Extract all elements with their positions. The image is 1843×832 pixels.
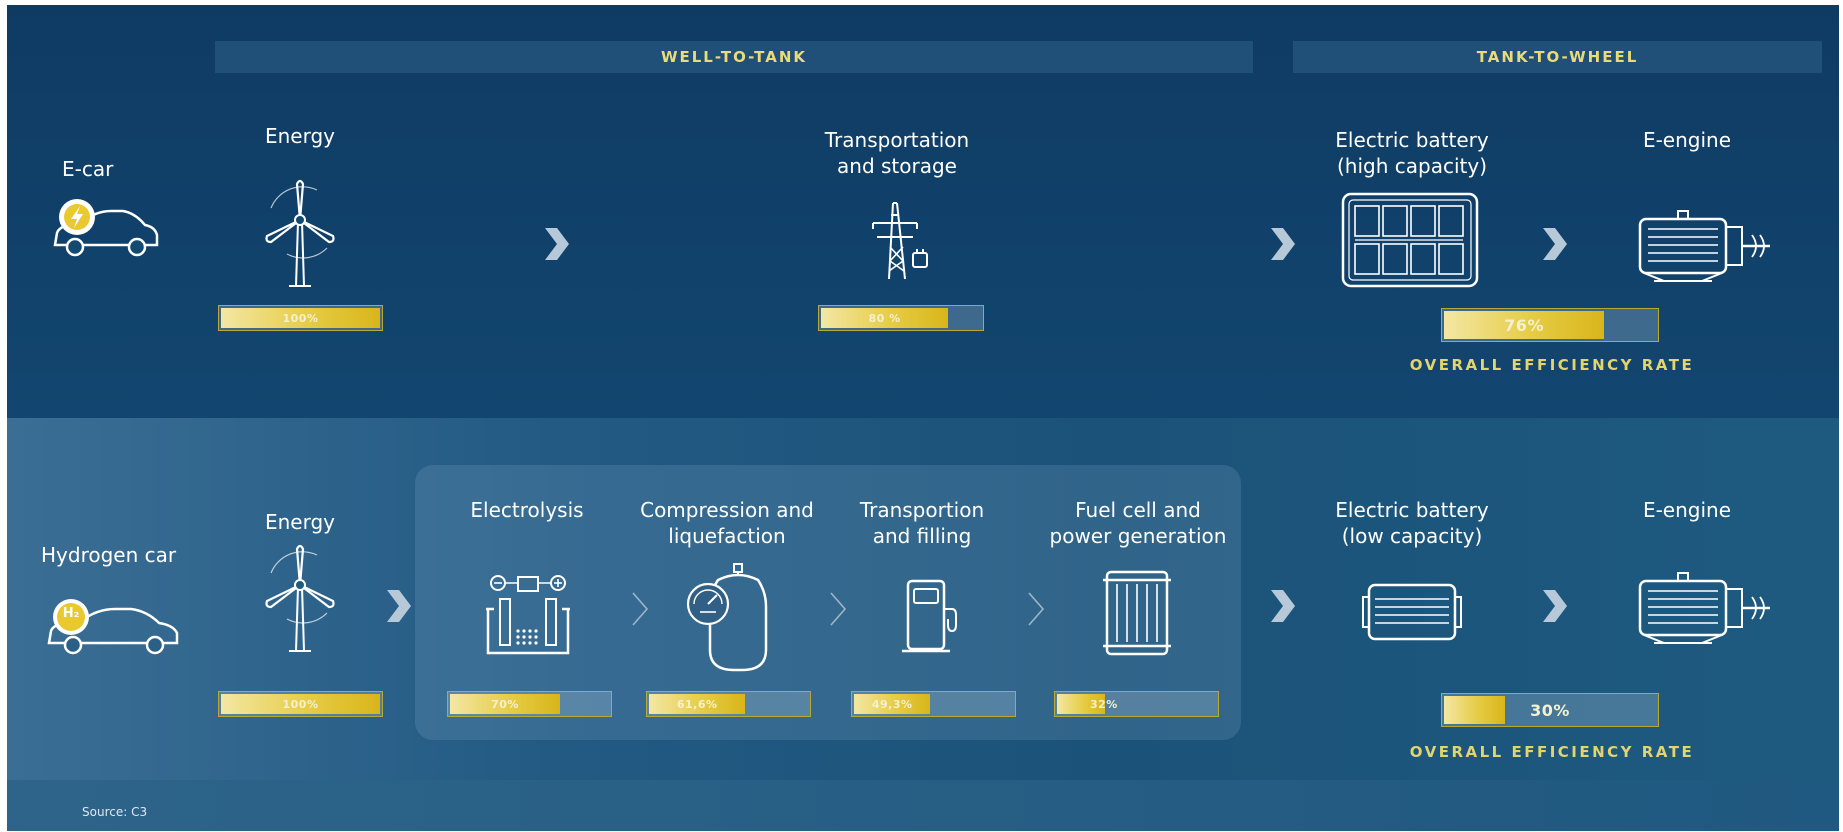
chevron-right-icon <box>1261 586 1301 626</box>
wind-turbine-icon <box>257 178 343 288</box>
hydrogen-badge: H₂ <box>62 606 80 621</box>
fuel-pump-icon <box>902 579 964 655</box>
hcar-overall-label: OVERALL EFFICIENCY RATE <box>1409 743 1695 761</box>
electrolysis-label: Electrolysis <box>470 498 584 522</box>
hcar-energy-label: Energy <box>264 510 336 534</box>
hcar-battery-label-line1: Electric battery <box>1335 498 1489 522</box>
hcar-label: Hydrogen car <box>41 543 177 567</box>
electrolysis-bar: 70% <box>447 691 612 717</box>
electric-car-icon <box>49 193 161 265</box>
gas-tank-icon <box>684 562 768 672</box>
wind-turbine-icon <box>257 543 343 653</box>
header-well-to-tank: WELL-TO-TANK <box>215 41 1253 73</box>
chevron-right-thin-icon <box>1015 589 1055 629</box>
infographic: WELL-TO-TANK TANK-TO-WHEEL E-car Energy … <box>7 5 1839 831</box>
ecar-energy-bar: 100% <box>218 305 383 331</box>
fuelcell-bar: 32% <box>1054 691 1219 717</box>
hcar-overall-bar: 30% <box>1441 693 1659 727</box>
footer-band <box>7 780 1839 831</box>
ecar-transport-label-line1: Transportation <box>824 128 970 152</box>
hcar-energy-percent: 100% <box>282 697 319 711</box>
hcar-overall-bar-fill <box>1444 696 1505 724</box>
ecar-energy-label: Energy <box>264 124 336 148</box>
fuelcell-percent: 32% <box>1089 697 1118 711</box>
header-tank-to-wheel: TANK-TO-WHEEL <box>1293 41 1822 73</box>
hcar-overall-percent: 30% <box>1530 700 1570 720</box>
fuelcell-label-line2: power generation <box>1049 524 1227 548</box>
ecar-transport-bar: 80 % <box>818 305 984 331</box>
ecar-overall-percent: 76% <box>1504 315 1544 335</box>
ecar-overall-label: OVERALL EFFICIENCY RATE <box>1409 356 1695 374</box>
compression-percent: 61,6% <box>676 697 718 711</box>
ecar-overall-bar: 76% <box>1441 308 1659 342</box>
ecar-battery-label-line2: (high capacity) <box>1337 154 1487 178</box>
electric-motor-icon <box>1634 209 1774 285</box>
chevron-right-icon <box>535 224 575 264</box>
chevron-right-icon <box>377 586 417 626</box>
chevron-right-icon <box>1533 586 1573 626</box>
hcar-energy-bar: 100% <box>218 691 383 717</box>
chevron-right-icon <box>1261 224 1301 264</box>
hcar-engine-label: E-engine <box>1642 498 1732 522</box>
small-battery-icon <box>1362 583 1462 641</box>
fuelcell-label-line1: Fuel cell and <box>1075 498 1201 522</box>
hcar-transport-bar: 49,3% <box>851 691 1016 717</box>
ecar-transport-percent: 80 % <box>868 311 901 325</box>
compression-bar: 61,6% <box>646 691 811 717</box>
battery-pack-icon <box>1341 192 1479 288</box>
hcar-transport-label-line2: and filling <box>872 524 972 548</box>
ecar-engine-label: E-engine <box>1642 128 1732 152</box>
hcar-transport-label-line1: Transportion <box>859 498 985 522</box>
power-pylon-icon <box>865 201 935 281</box>
chevron-right-thin-icon <box>619 589 659 629</box>
chevron-right-icon <box>1533 224 1573 264</box>
ecar-energy-percent: 100% <box>282 311 319 325</box>
hcar-battery-label-line2: (low capacity) <box>1341 524 1483 548</box>
compression-label-line2: liquefaction <box>668 524 786 548</box>
ecar-transport-label-line2: and storage <box>837 154 957 178</box>
hydrogen-car-icon: H₂ <box>43 597 183 661</box>
ecar-battery-label-line1: Electric battery <box>1335 128 1489 152</box>
ecar-label: E-car <box>62 157 114 181</box>
fuel-cell-icon <box>1103 570 1171 656</box>
source-note: Source: C3 <box>82 805 148 819</box>
electrolysis-icon <box>486 573 570 655</box>
chevron-right-thin-icon <box>817 589 857 629</box>
electrolysis-percent: 70% <box>491 697 519 711</box>
hcar-transport-percent: 49,3% <box>871 697 913 711</box>
compression-label-line1: Compression and <box>640 498 814 522</box>
electric-motor-icon <box>1634 571 1774 647</box>
